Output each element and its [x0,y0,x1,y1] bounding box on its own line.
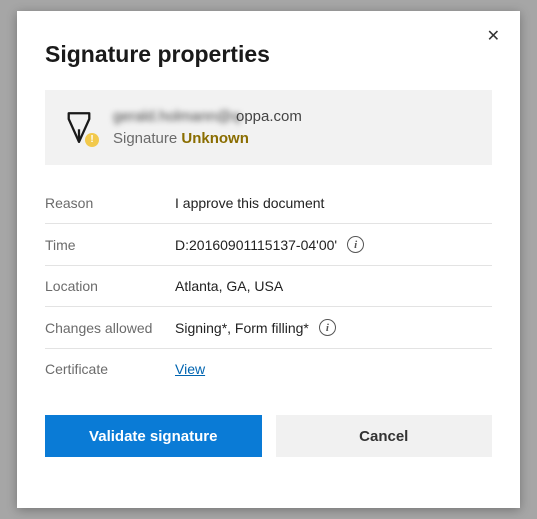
row-label: Reason [45,195,175,211]
warning-badge-icon: ! [85,133,99,147]
dialog-title: Signature properties [45,41,492,68]
view-certificate-link[interactable]: View [175,361,205,377]
row-label: Changes allowed [45,320,175,336]
row-reason: Reason I approve this document [45,183,492,224]
info-icon[interactable]: i [319,319,336,336]
row-location: Location Atlanta, GA, USA [45,266,492,307]
row-value: D:20160901115137-04'00' [175,237,337,253]
signature-properties-dialog: ✕ Signature properties ! gerald.holmann@… [17,11,520,508]
row-certificate: Certificate View [45,349,492,389]
close-icon: ✕ [487,28,500,45]
row-time: Time D:20160901115137-04'00' i [45,224,492,266]
signature-status: Signature Unknown [113,130,302,147]
dialog-actions: Validate signature Cancel [45,415,492,457]
status-label: Signature [113,130,177,147]
status-value: Unknown [181,130,249,147]
cancel-button[interactable]: Cancel [276,415,493,457]
signature-pen-icon: ! [65,111,95,145]
row-value: Signing*, Form filling* [175,320,309,336]
summary-text: gerald.holmann@qoppa.com Signature Unkno… [113,108,302,147]
info-icon[interactable]: i [347,236,364,253]
properties-table: Reason I approve this document Time D:20… [45,183,492,389]
close-button[interactable]: ✕ [487,29,500,45]
row-label: Certificate [45,361,175,377]
signer-email-blurred: gerald.holmann@q [113,108,240,125]
validate-signature-button[interactable]: Validate signature [45,415,262,457]
row-value: I approve this document [175,195,324,211]
row-label: Location [45,278,175,294]
row-value: Atlanta, GA, USA [175,278,283,294]
row-label: Time [45,237,175,253]
signer-email-visible: oppa.com [236,108,302,125]
row-changes: Changes allowed Signing*, Form filling* … [45,307,492,349]
signature-summary: ! gerald.holmann@qoppa.com Signature Unk… [45,90,492,165]
